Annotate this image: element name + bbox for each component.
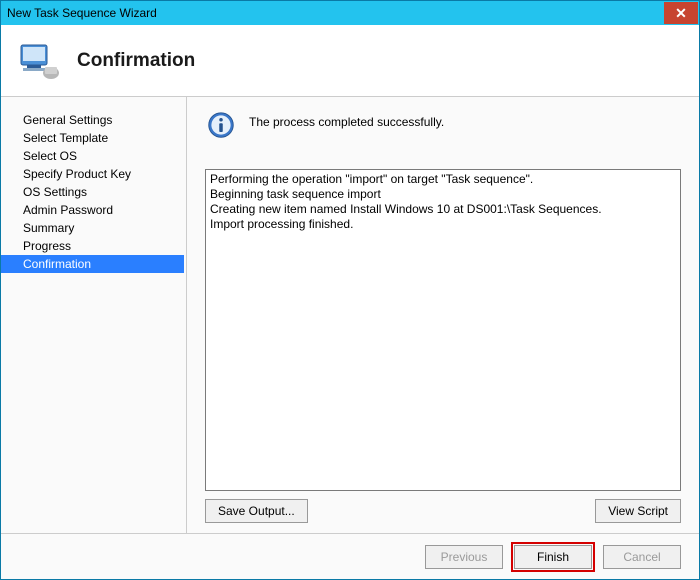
- info-icon: [207, 111, 235, 139]
- sidebar-item-select-template[interactable]: Select Template: [1, 129, 184, 147]
- wizard-header: Confirmation: [1, 25, 699, 97]
- sidebar-item-os-settings[interactable]: OS Settings: [1, 183, 184, 201]
- close-icon: ✕: [675, 5, 687, 22]
- wizard-footer: Previous Finish Cancel: [1, 533, 699, 579]
- sidebar-item-admin-password[interactable]: Admin Password: [1, 201, 184, 219]
- wizard-icon: [15, 37, 63, 85]
- finish-button[interactable]: Finish: [514, 545, 592, 569]
- log-output[interactable]: [205, 169, 681, 491]
- save-output-button[interactable]: Save Output...: [205, 499, 308, 523]
- view-script-button[interactable]: View Script: [595, 499, 681, 523]
- sidebar-item-progress[interactable]: Progress: [1, 237, 184, 255]
- status-message: The process completed successfully.: [249, 111, 444, 129]
- close-button[interactable]: ✕: [664, 2, 698, 24]
- finish-highlight: Finish: [511, 542, 595, 572]
- wizard-window: New Task Sequence Wizard ✕ Confirmation …: [0, 0, 700, 580]
- wizard-main: The process completed successfully. Save…: [187, 97, 699, 533]
- previous-button: Previous: [425, 545, 503, 569]
- status-row: The process completed successfully.: [205, 111, 681, 139]
- sidebar-item-confirmation[interactable]: Confirmation: [1, 255, 184, 273]
- wizard-body: General Settings Select Template Select …: [1, 97, 699, 533]
- wizard-sidebar: General Settings Select Template Select …: [1, 97, 187, 533]
- page-title: Confirmation: [77, 50, 195, 72]
- sidebar-item-summary[interactable]: Summary: [1, 219, 184, 237]
- titlebar: New Task Sequence Wizard ✕: [1, 1, 699, 25]
- window-title: New Task Sequence Wizard: [7, 6, 663, 20]
- sidebar-item-general-settings[interactable]: General Settings: [1, 111, 184, 129]
- cancel-button: Cancel: [603, 545, 681, 569]
- sidebar-item-specify-product-key[interactable]: Specify Product Key: [1, 165, 184, 183]
- sidebar-item-select-os[interactable]: Select OS: [1, 147, 184, 165]
- output-button-row: Save Output... View Script: [205, 499, 681, 523]
